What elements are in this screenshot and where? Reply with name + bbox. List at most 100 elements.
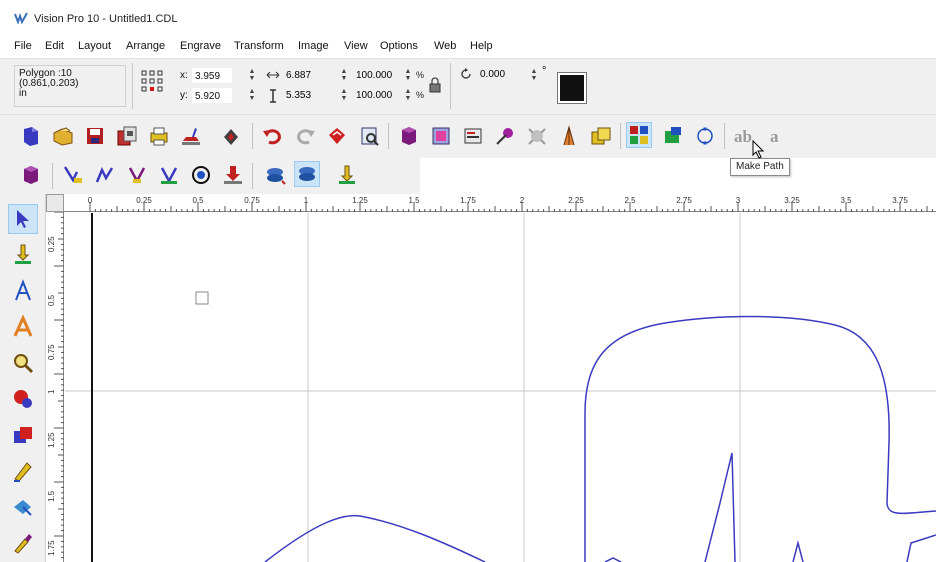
text-style-tool-icon[interactable] <box>8 312 38 342</box>
height-input[interactable]: 5.353 <box>284 88 326 103</box>
fill-tool-icon[interactable] <box>8 420 38 450</box>
width-spinner[interactable]: ▲ ▼ <box>340 68 348 82</box>
tool-c-icon[interactable] <box>124 162 150 188</box>
layer-up-icon[interactable] <box>262 162 288 188</box>
menu-file[interactable]: File <box>14 40 32 52</box>
color-swatch[interactable] <box>557 72 587 104</box>
ruler-label: 1.25 <box>47 432 56 448</box>
target-icon[interactable] <box>188 162 214 188</box>
pointer-tool-icon[interactable] <box>8 204 38 234</box>
object-coords: (0.861,0.203) <box>19 78 79 89</box>
new-file-icon[interactable] <box>18 123 44 149</box>
anchor-grid-icon[interactable] <box>140 69 164 93</box>
fill-icon[interactable] <box>556 123 582 149</box>
save-file-icon[interactable] <box>82 123 108 149</box>
toolbar-divider <box>52 163 53 189</box>
menu-image[interactable]: Image <box>298 40 329 52</box>
height-spinner[interactable]: ▲ ▼ <box>340 88 348 102</box>
scale-x-input[interactable]: 100.000 <box>354 68 400 83</box>
ruler-label: 2.5 <box>624 196 636 205</box>
ruler-label: 3.75 <box>892 196 908 205</box>
menu-view[interactable]: View <box>344 40 368 52</box>
x-input[interactable]: 3.959 <box>192 68 232 83</box>
pen-tool-icon[interactable] <box>8 456 38 486</box>
lock-icon[interactable] <box>428 77 442 93</box>
degree-symbol: ° <box>542 65 547 77</box>
import-image-icon[interactable] <box>428 123 454 149</box>
drawing-canvas[interactable] <box>65 213 936 562</box>
ruler-label: 1 <box>303 196 309 205</box>
menu-bar: File Edit Layout Arrange Engrave Transfo… <box>0 36 936 58</box>
brush-tool-icon[interactable] <box>8 528 38 558</box>
circle-select-icon[interactable] <box>692 123 718 149</box>
ruler-label: 0 <box>87 196 93 205</box>
cube-icon[interactable] <box>396 123 422 149</box>
height-arrow-icon <box>270 89 276 103</box>
x-spinner[interactable]: ▲ ▼ <box>248 68 256 82</box>
make-path-icon[interactable] <box>626 122 652 148</box>
ruler-label: 0.5 <box>47 294 56 306</box>
zoom-tool-icon[interactable] <box>8 348 38 378</box>
toolbox <box>0 194 46 562</box>
y-input[interactable]: 5.920 <box>192 88 232 103</box>
print-icon[interactable] <box>146 123 172 149</box>
tool-d-icon[interactable] <box>156 162 182 188</box>
array-icon[interactable] <box>588 123 614 149</box>
paint-tool-icon[interactable] <box>8 492 38 522</box>
create-icon[interactable] <box>660 123 686 149</box>
text-ab-button[interactable]: ab <box>734 127 752 147</box>
scale-y-input[interactable]: 100.000 <box>354 88 400 103</box>
rotation-input[interactable]: 0.000 <box>478 67 528 82</box>
text-a-button[interactable]: a <box>770 127 779 147</box>
engrave-tool-icon[interactable] <box>8 240 38 270</box>
open-file-icon[interactable] <box>50 123 76 149</box>
save-all-icon[interactable] <box>114 123 140 149</box>
ruler-origin-corner[interactable] <box>46 194 64 212</box>
rotation-spinner[interactable]: ▲ ▼ <box>530 68 538 82</box>
tool-b-icon[interactable] <box>92 162 118 188</box>
download-icon[interactable] <box>220 162 246 188</box>
ruler-label: 3 <box>735 196 741 205</box>
undo-icon[interactable] <box>260 123 286 149</box>
ruler-label: 2.75 <box>676 196 692 205</box>
engrave-send-icon[interactable] <box>178 123 204 149</box>
scale-y-spinner[interactable]: ▲ ▼ <box>404 88 412 102</box>
node-edit-icon[interactable] <box>492 123 518 149</box>
ruler-label: 1.5 <box>408 196 420 205</box>
toolbar-divider <box>252 163 253 189</box>
menu-edit[interactable]: Edit <box>45 40 64 52</box>
menu-arrange[interactable]: Arrange <box>126 40 165 52</box>
layer-down-icon[interactable] <box>294 161 320 187</box>
width-input[interactable]: 6.887 <box>284 68 326 83</box>
secondary-toolbar <box>0 158 420 194</box>
tool-path-icon[interactable] <box>524 123 550 149</box>
shape-tool-icon[interactable] <box>8 384 38 414</box>
menu-layout[interactable]: Layout <box>78 40 111 52</box>
menu-engrave[interactable]: Engrave <box>180 40 221 52</box>
properties-icon[interactable] <box>460 123 486 149</box>
menu-help[interactable]: Help <box>470 40 493 52</box>
ruler-label: 0.25 <box>136 196 152 205</box>
redo-icon[interactable] <box>292 123 318 149</box>
output-icon[interactable] <box>218 123 244 149</box>
y-spinner[interactable]: ▲ ▼ <box>248 88 256 102</box>
delete-icon[interactable] <box>324 123 350 149</box>
text-tool-icon[interactable] <box>8 276 38 306</box>
scale-x-spinner[interactable]: ▲ ▼ <box>404 68 412 82</box>
cube-small-icon[interactable] <box>18 162 44 188</box>
polygon-path[interactable] <box>264 315 936 562</box>
menu-web[interactable]: Web <box>434 40 456 52</box>
x-label: x: <box>180 70 188 81</box>
horizontal-ruler: 0 0.25 0.5 0.75 1 1.25 1.5 1.75 2 2.25 2… <box>46 194 936 212</box>
menu-options[interactable]: Options <box>380 40 418 52</box>
window-title: Vision Pro 10 - Untitled1.CDL <box>34 13 178 25</box>
tool-a-icon[interactable] <box>60 162 86 188</box>
menu-transform[interactable]: Transform <box>234 40 284 52</box>
property-bar: Polygon :10 (0.861,0.203) in x: 3.959 ▲ ▼… <box>0 58 936 114</box>
toolbar-divider <box>620 123 621 149</box>
scale-x-percent: % <box>416 70 425 80</box>
selection-handle[interactable] <box>195 291 209 305</box>
engrave-tool-icon[interactable] <box>334 162 360 188</box>
preview-icon[interactable] <box>356 123 382 149</box>
canvas-grid <box>65 213 936 562</box>
